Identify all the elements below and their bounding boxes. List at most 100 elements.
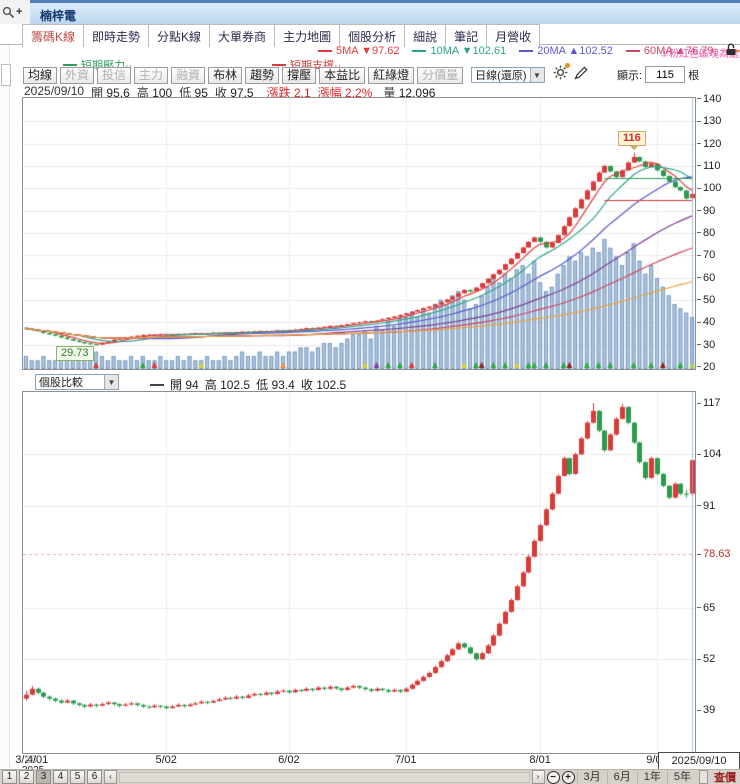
- cmp-low-value: 93.4: [271, 378, 295, 392]
- tab-8[interactable]: 月營收: [486, 24, 541, 47]
- tab-7[interactable]: 筆記: [445, 24, 488, 47]
- cmp-low-label: 低: [256, 378, 269, 392]
- ma-legend-dash: [412, 50, 427, 52]
- zoom-out-icon[interactable]: −: [546, 770, 560, 784]
- title-bar: + 楠梓電: [0, 0, 740, 24]
- compare-kline-chart[interactable]: [22, 391, 696, 754]
- period-button-0[interactable]: 3月: [576, 770, 607, 784]
- tab-6[interactable]: 細說: [404, 24, 447, 47]
- page-button-4[interactable]: 4: [53, 770, 68, 784]
- ma-legend-dash: [318, 50, 332, 52]
- scroll-right-button[interactable]: ›: [531, 770, 545, 784]
- ma-legend-item-5MA: 5MA ▼97.62: [318, 45, 399, 57]
- tab-3[interactable]: 大單券商: [209, 24, 276, 47]
- ma-legend-text: 10MA ▼102.61: [430, 45, 507, 57]
- toolbar-button-5[interactable]: 布林: [208, 66, 243, 84]
- y-tick-50: 50: [697, 294, 715, 306]
- cmp-close-value: 102.5: [316, 378, 347, 392]
- y-tick-120: 120: [697, 138, 721, 150]
- cmp-high-value: 102.5: [220, 378, 251, 392]
- price-check-button[interactable]: 查價: [710, 769, 740, 784]
- page-button-1[interactable]: 1: [2, 770, 17, 784]
- y-tick-20: 20: [697, 361, 715, 373]
- tab-bar: 籌碼K線 即時走勢 分點K線 大單券商 主力地圖 個股分析 細說 筆記 月營收: [0, 24, 740, 47]
- ma-legend-dash: [625, 50, 640, 52]
- y-tick-91: 91: [697, 500, 715, 512]
- x-label-7/01: 7/01: [395, 754, 417, 766]
- tab-0[interactable]: 籌碼K線: [22, 24, 85, 47]
- range-dropdown-button[interactable]: [699, 770, 708, 784]
- draw-pencil-icon[interactable]: [573, 65, 588, 85]
- toolbar-button-4[interactable]: 融資: [171, 66, 206, 84]
- y-tick-40: 40: [697, 316, 715, 328]
- page-button-6[interactable]: 6: [87, 770, 102, 784]
- x-label-6/02: 6/02: [278, 754, 300, 766]
- period-type-select[interactable]: 日線(還原) ▼: [471, 67, 545, 83]
- ma-legend-text: 5MA ▼97.62: [336, 45, 400, 57]
- main-kline-chart[interactable]: [22, 97, 696, 370]
- y-tick-110: 110: [697, 160, 721, 172]
- y-tick-60: 60: [697, 272, 715, 284]
- display-bars-input[interactable]: [645, 66, 686, 83]
- y-tick-90: 90: [697, 205, 715, 217]
- last-bar-date-box: 2025/09/10: [658, 752, 740, 770]
- search-icon[interactable]: [2, 6, 15, 19]
- toolbar-buttons: 均線 外資 投信 主力 融資 布林 趨勢 撐壓 本益比 紅綠燈 分價量: [23, 66, 464, 84]
- display-unit: 根: [688, 69, 700, 82]
- tab-1[interactable]: 即時走勢: [83, 24, 150, 47]
- page-button-5[interactable]: 5: [70, 770, 85, 784]
- y-tick-100: 100: [697, 182, 721, 194]
- page-button-2[interactable]: 2: [19, 770, 34, 784]
- tab-2[interactable]: 分點K線: [148, 24, 211, 47]
- cmp-open-label: 開: [170, 378, 183, 392]
- horizontal-scrollbar-track[interactable]: [119, 771, 530, 783]
- page-buttons: 123456: [2, 770, 102, 784]
- y-tick-39: 39: [697, 704, 715, 716]
- y-tick-104: 104: [697, 448, 721, 460]
- toolbar-button-9[interactable]: 紅綠燈: [368, 66, 415, 84]
- compare-series-dash: [150, 383, 164, 386]
- peak-price-annotation: 116: [618, 131, 646, 150]
- notification-dot: [564, 63, 570, 68]
- settings-gear-icon[interactable]: [553, 63, 570, 85]
- stock-title: 楠梓電: [40, 9, 77, 23]
- scroll-left-button[interactable]: ‹: [104, 770, 117, 784]
- toolbar-button-3[interactable]: 主力: [134, 66, 169, 84]
- compare-mode-value: 個股比較: [39, 377, 83, 389]
- toolbar-button-10[interactable]: 分價量: [417, 66, 464, 84]
- y-tick-130: 130: [697, 115, 721, 127]
- page-button-3[interactable]: 3: [36, 770, 51, 784]
- display-label: 顯示:: [617, 69, 643, 82]
- ma-legend-item-10MA: 10MA ▼102.61: [412, 45, 506, 57]
- tab-4[interactable]: 主力地圖: [274, 24, 341, 47]
- toolbar-button-0[interactable]: 均線: [23, 66, 58, 84]
- cmp-high-label: 高: [204, 378, 217, 392]
- period-button-1[interactable]: 6月: [606, 770, 637, 784]
- toolbar-button-1[interactable]: 外資: [60, 66, 95, 84]
- chevron-down-icon: ▼: [104, 375, 118, 389]
- y-tick-80: 80: [697, 227, 715, 239]
- main-kline-canvas[interactable]: [23, 98, 695, 369]
- period-button-3[interactable]: 5年: [666, 770, 697, 784]
- zoom-in-icon[interactable]: +: [561, 770, 575, 784]
- toolbar-button-8[interactable]: 本益比: [319, 66, 366, 84]
- y-tick-30: 30: [697, 339, 715, 351]
- title-bar-background: 楠梓電: [30, 0, 740, 24]
- left-panel-edge: [0, 45, 10, 768]
- toolbar-button-2[interactable]: 投信: [97, 66, 132, 84]
- compare-kline-canvas[interactable]: [23, 392, 695, 753]
- toolbar-button-6[interactable]: 趨勢: [245, 66, 280, 84]
- x-label-8/01: 8/01: [529, 754, 551, 766]
- left-panel-toggle[interactable]: [1, 64, 11, 86]
- compare-mode-select[interactable]: 個股比較 ▼: [35, 374, 119, 390]
- display-bars-control: 顯示: 根: [617, 66, 699, 83]
- search-corner[interactable]: +: [0, 0, 30, 24]
- tab-5[interactable]: 個股分析: [339, 24, 406, 47]
- period-range-buttons: 3月 6月 1年 5年: [576, 770, 698, 784]
- cmp-open-value: 94: [185, 378, 199, 392]
- lock-icon[interactable]: [725, 43, 737, 61]
- x-label-5/02: 5/02: [155, 754, 177, 766]
- toolbar-button-7[interactable]: 撐壓: [282, 66, 317, 84]
- period-button-2[interactable]: 1年: [636, 770, 667, 784]
- add-icon[interactable]: +: [16, 6, 22, 18]
